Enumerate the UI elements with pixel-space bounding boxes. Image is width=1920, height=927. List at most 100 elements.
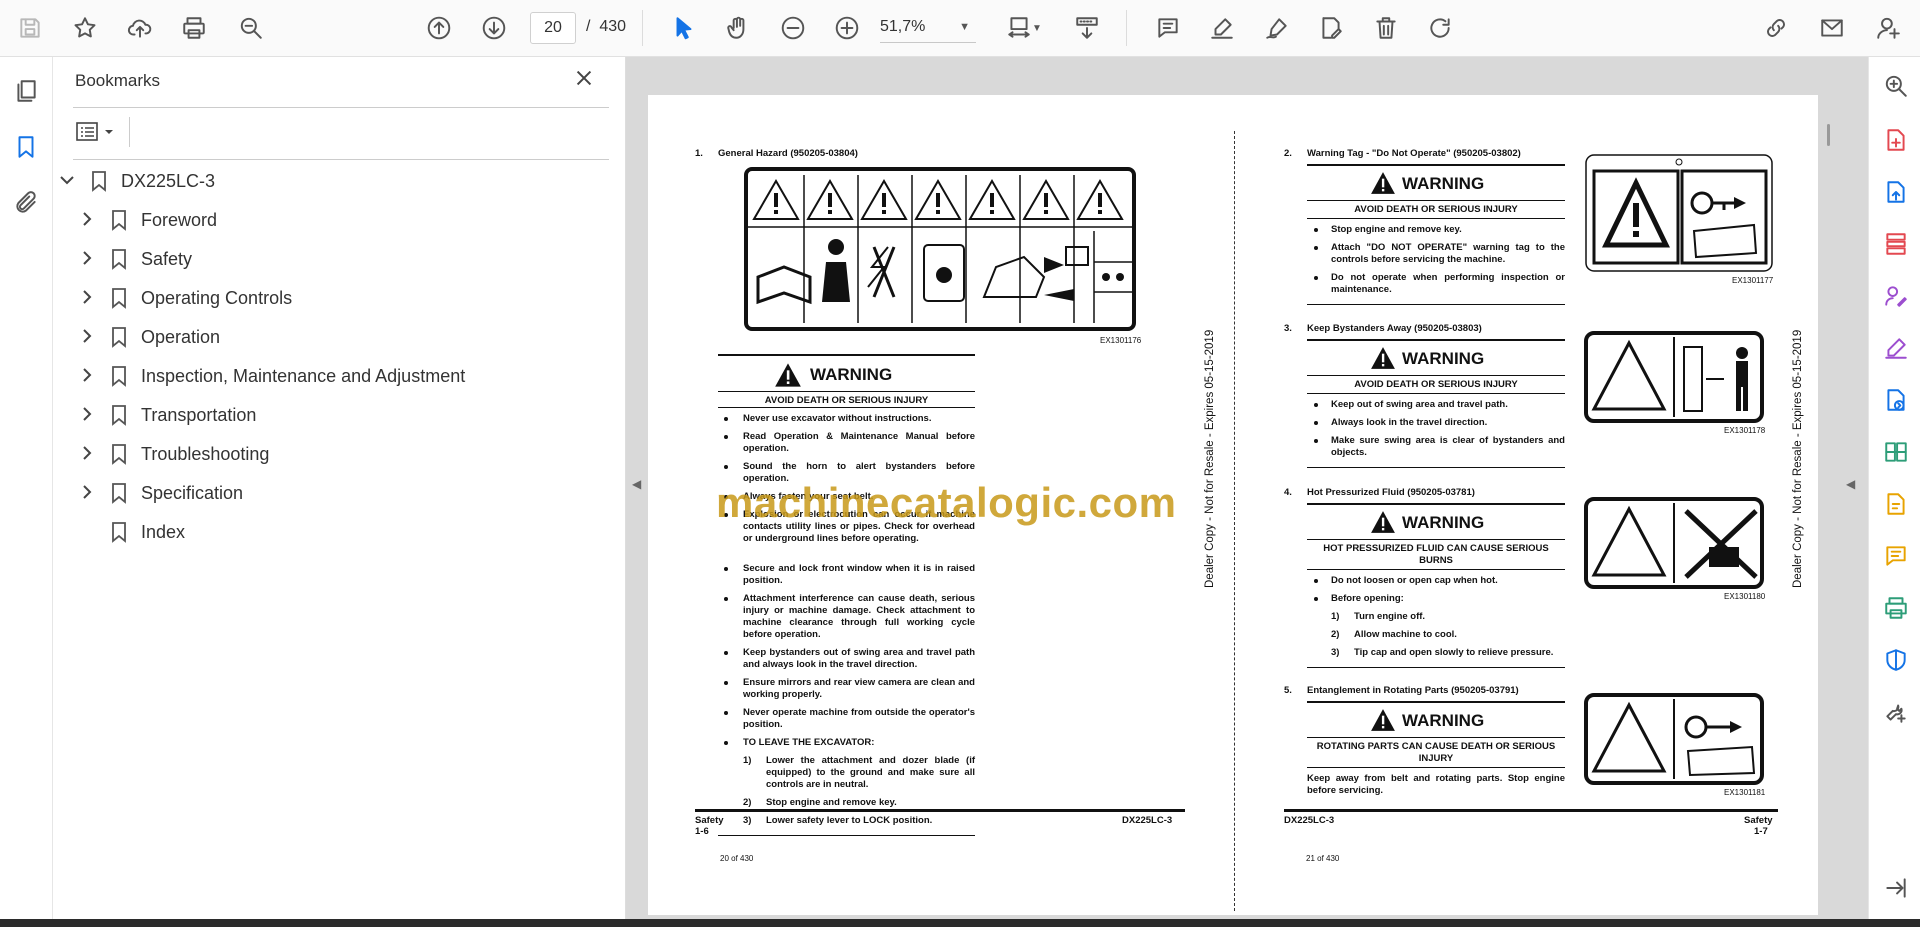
comment-tool-icon[interactable] xyxy=(1881,541,1911,571)
bullet-dot xyxy=(1314,579,1318,583)
star-icon[interactable] xyxy=(67,10,103,46)
warning-label: WARNING xyxy=(1402,349,1485,368)
bookmark-flag-icon xyxy=(111,209,127,231)
bookmark-flag-icon xyxy=(111,521,127,543)
scrollbar-thumb[interactable] xyxy=(1827,124,1830,146)
bullet-dot xyxy=(724,711,728,715)
bookmark-item[interactable]: Specification xyxy=(79,479,243,507)
bookmark-options-button[interactable] xyxy=(73,117,121,147)
section-number: 1. xyxy=(695,148,703,159)
hand-tool-icon[interactable] xyxy=(720,10,756,46)
warning-sub-rule xyxy=(718,407,975,408)
close-icon[interactable] xyxy=(573,67,601,95)
step-number: 2) xyxy=(743,797,752,808)
print-icon[interactable] xyxy=(176,10,212,46)
bookmark-item[interactable]: Foreword xyxy=(79,206,217,234)
scroll-mode-icon[interactable] xyxy=(1069,10,1105,46)
search-zoom-icon[interactable] xyxy=(233,10,269,46)
fill-sign-icon[interactable] xyxy=(1881,333,1911,363)
select-cursor-icon[interactable] xyxy=(666,10,702,46)
email-icon[interactable] xyxy=(1814,10,1850,46)
next-page-icon[interactable] xyxy=(476,10,512,46)
comment-icon[interactable] xyxy=(1150,10,1186,46)
expand-panel-icon[interactable] xyxy=(1881,873,1911,903)
bullet-dot xyxy=(1314,597,1318,601)
zoom-select[interactable]: 51,7% ▼ xyxy=(880,12,976,43)
chevron-right-icon[interactable] xyxy=(79,211,97,229)
warning-triangle-icon xyxy=(1370,345,1396,371)
warning-triangle-icon xyxy=(774,361,802,389)
bookmark-item[interactable]: Safety xyxy=(79,245,192,273)
bookmark-item[interactable]: Transportation xyxy=(79,401,256,429)
collapse-left-icon[interactable]: ◀ xyxy=(632,477,641,491)
bullet-text: Secure and lock front window when it is … xyxy=(743,563,975,586)
bookmark-item[interactable]: Index xyxy=(79,518,185,546)
edit-pdf-icon[interactable] xyxy=(1881,489,1911,519)
draw-pen-icon[interactable] xyxy=(1259,10,1295,46)
fit-dropdown-icon[interactable]: ▼ xyxy=(1030,10,1044,46)
footer-page-number: 1-6 xyxy=(695,826,709,837)
bullet-dot xyxy=(724,417,728,421)
page-divider xyxy=(1234,131,1235,911)
combine-files-icon[interactable] xyxy=(1881,385,1911,415)
bullet-text: Stop engine and remove key. xyxy=(1331,224,1462,235)
chevron-right-icon[interactable] xyxy=(79,445,97,463)
chevron-right-icon[interactable] xyxy=(79,406,97,424)
section-heading: Entanglement in Rotating Parts (950205-0… xyxy=(1307,685,1519,696)
redo-rotate-icon[interactable] xyxy=(1422,10,1458,46)
request-signatures-icon[interactable] xyxy=(1881,281,1911,311)
step-text: Lower safety lever to LOCK position. xyxy=(766,815,933,826)
chevron-down-icon[interactable] xyxy=(59,172,77,190)
warning-label: WARNING xyxy=(810,365,893,384)
warning-triangle-icon xyxy=(1370,170,1396,196)
bookmark-root-label: DX225LC-3 xyxy=(121,170,216,191)
collapse-right-icon[interactable]: ◀ xyxy=(1846,477,1855,491)
document-viewport[interactable]: ◀ ◀ 1. General Hazard (950205-03804) EX130… xyxy=(626,57,1868,919)
bookmark-item-label: Foreword xyxy=(141,209,218,230)
warning-subhead: ROTATING PARTS CAN CAUSE DEATH OR SERIOU… xyxy=(1316,741,1556,764)
page-number-input[interactable]: 20 xyxy=(530,12,576,44)
more-tools-icon[interactable] xyxy=(1881,697,1911,727)
bookmark-item[interactable]: Inspection, Maintenance and Adjustment xyxy=(79,362,465,390)
warning-mid-rule xyxy=(1307,200,1565,201)
footer-model: DX225LC-3 xyxy=(1284,815,1335,826)
bookmark-root[interactable]: DX225LC-3 xyxy=(59,167,215,195)
chevron-right-icon[interactable] xyxy=(79,289,97,307)
section-number: 5. xyxy=(1284,685,1292,696)
create-pdf-icon[interactable] xyxy=(1881,125,1911,155)
highlight-pen-icon[interactable] xyxy=(1204,10,1240,46)
share-link-icon[interactable] xyxy=(1758,10,1794,46)
organize-pages-icon[interactable] xyxy=(1881,229,1911,259)
zoom-search-icon[interactable] xyxy=(1881,71,1911,101)
bullet-dot xyxy=(724,597,728,601)
compare-files-icon[interactable] xyxy=(1881,437,1911,467)
bookmark-item[interactable]: Operation xyxy=(79,323,220,351)
edit-text-icon[interactable] xyxy=(1313,10,1349,46)
protect-shield-icon[interactable] xyxy=(1881,645,1911,675)
main-toolbar: 20 / 430 51,7% ▼ ▼ xyxy=(0,0,1920,57)
bookmarks-icon[interactable] xyxy=(10,131,42,163)
account-icon[interactable] xyxy=(1870,10,1906,46)
bullet-dot xyxy=(724,435,728,439)
save-icon[interactable] xyxy=(12,10,48,46)
chevron-right-icon[interactable] xyxy=(79,328,97,346)
hazard-decal-image xyxy=(1584,497,1764,589)
print-production-icon[interactable] xyxy=(1881,593,1911,623)
chevron-right-icon[interactable] xyxy=(79,367,97,385)
chevron-right-icon[interactable] xyxy=(79,250,97,268)
delete-trash-icon[interactable] xyxy=(1368,10,1404,46)
upload-cloud-icon[interactable] xyxy=(122,10,158,46)
export-pdf-icon[interactable] xyxy=(1881,177,1911,207)
bookmark-item[interactable]: Troubleshooting xyxy=(79,440,269,468)
bookmark-item[interactable]: Operating Controls xyxy=(79,284,292,312)
footer-page-number: 1-7 xyxy=(1754,826,1768,837)
chevron-right-icon[interactable] xyxy=(79,484,97,502)
bullet-dot xyxy=(724,567,728,571)
warning-label: WARNING xyxy=(1402,711,1485,730)
zoom-out-icon[interactable] xyxy=(775,10,811,46)
page-thumbnails-icon[interactable] xyxy=(10,75,42,107)
previous-page-icon[interactable] xyxy=(421,10,457,46)
bullet-dot xyxy=(724,651,728,655)
attachments-icon[interactable] xyxy=(10,187,42,219)
zoom-in-icon[interactable] xyxy=(829,10,865,46)
